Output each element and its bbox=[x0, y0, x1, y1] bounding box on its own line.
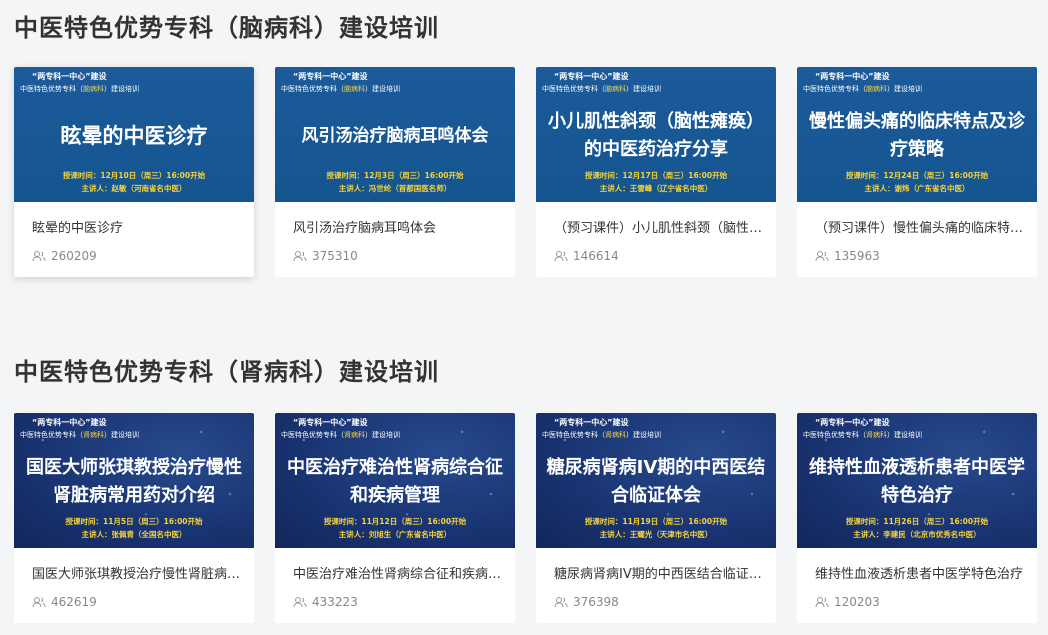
viewer-icon bbox=[32, 597, 46, 608]
banner-time: 授课时间：12月3日（周三）16:00开始 bbox=[326, 171, 464, 180]
course-title[interactable]: （预习课件）慢性偏头痛的临床特点及诊疗策略 bbox=[815, 217, 1025, 236]
viewer-icon bbox=[32, 251, 46, 262]
banner-time: 授课时间：12月10日（周三）16:00开始 bbox=[62, 171, 206, 180]
course-thumbnail[interactable]: “两专科一中心”建设 中医特色优势专科（脑病科）建设培训 眩晕的中医诊疗 授课时… bbox=[14, 67, 254, 202]
course-thumbnail[interactable]: “两专科一中心”建设 中医特色优势专科（肾病科）建设培训 国医大师张琪教授治疗慢… bbox=[14, 413, 254, 548]
course-thumbnail[interactable]: “两专科一中心”建设 中医特色优势专科（脑病科）建设培训 风引汤治疗脑病耳鸣体会… bbox=[275, 67, 515, 202]
banner-time: 授课时间：11月5日（周三）16:00开始 bbox=[65, 517, 203, 526]
banner-sub: 中医特色优势专科（肾病科）建设培训 bbox=[281, 431, 400, 439]
banner-lecturer: 主讲人：李建民（北京市优秀名中医） bbox=[853, 530, 981, 539]
banner-sub: 中医特色优势专科（肾病科）建设培训 bbox=[542, 431, 661, 439]
viewer-icon bbox=[815, 597, 829, 608]
banner-lecturer: 主讲人：赵敏（河南省名中医） bbox=[81, 184, 187, 193]
course-thumbnail[interactable]: “两专科一中心”建设 中医特色优势专科（肾病科）建设培训 糖尿病肾病IV期的中西… bbox=[536, 413, 776, 548]
banner-lecturer: 主讲人：王耀光（天津市名中医） bbox=[599, 530, 713, 539]
course-card[interactable]: “两专科一中心”建设 中医特色优势专科（肾病科）建设培训 中医治疗难治性肾病综合… bbox=[275, 413, 515, 623]
course-thumbnail[interactable]: “两专科一中心”建设 中医特色优势专科（脑病科）建设培训 慢性偏头痛的临床特点及… bbox=[797, 67, 1037, 202]
banner-sub: 中医特色优势专科（脑病科）建设培训 bbox=[542, 85, 661, 93]
banner-sub: 中医特色优势专科（肾病科）建设培训 bbox=[20, 431, 139, 439]
banner-time: 授课时间：12月24日（周三）16:00开始 bbox=[845, 171, 989, 180]
course-title[interactable]: 眩晕的中医诊疗 bbox=[32, 217, 242, 236]
course-card[interactable]: “两专科一中心”建设 中医特色优势专科（脑病科）建设培训 风引汤治疗脑病耳鸣体会… bbox=[275, 67, 515, 277]
course-card[interactable]: “两专科一中心”建设 中医特色优势专科（肾病科）建设培训 国医大师张琪教授治疗慢… bbox=[14, 413, 254, 623]
view-count: 433223 bbox=[293, 595, 358, 609]
course-title[interactable]: 国医大师张琪教授治疗慢性肾脏病常用药对介绍 bbox=[32, 563, 242, 582]
banner-time: 授课时间：12月17日（周三）16:00开始 bbox=[584, 171, 728, 180]
banner-lecturer: 主讲人：刘旭生（广东省名中医） bbox=[338, 530, 452, 539]
banner-title: 国医大师张琪教授治疗慢性肾脏病常用药对介绍 bbox=[26, 457, 242, 506]
banner-sub: 中医特色优势专科（肾病科）建设培训 bbox=[803, 431, 922, 439]
banner-title: 中医治疗难治性肾病综合征和疾病管理 bbox=[287, 457, 503, 506]
banner-sub: 中医特色优势专科（脑病科）建设培训 bbox=[20, 85, 139, 93]
banner-lecturer: 主讲人：张佩青（全国名中医） bbox=[81, 530, 187, 539]
banner-top: “两专科一中心”建设 bbox=[815, 418, 890, 427]
banner-title: 眩晕的中医诊疗 bbox=[60, 124, 208, 148]
view-count: 135963 bbox=[815, 249, 880, 263]
banner-sub: 中医特色优势专科（脑病科）建设培训 bbox=[803, 85, 922, 93]
course-card[interactable]: “两专科一中心”建设 中医特色优势专科（肾病科）建设培训 糖尿病肾病IV期的中西… bbox=[536, 413, 776, 623]
viewer-icon bbox=[554, 597, 568, 608]
banner-top: “两专科一中心”建设 bbox=[554, 72, 629, 81]
course-title[interactable]: 糖尿病肾病IV期的中西医结合临证体会 bbox=[554, 563, 764, 582]
banner-top: “两专科一中心”建设 bbox=[554, 418, 629, 427]
banner-top: “两专科一中心”建设 bbox=[32, 418, 107, 427]
view-count: 376398 bbox=[554, 595, 619, 609]
banner-lecturer: 主讲人：冯世纶（首都国医名师） bbox=[338, 184, 452, 193]
banner-time: 授课时间：11月19日（周三）16:00开始 bbox=[584, 517, 728, 526]
banner-top: “两专科一中心”建设 bbox=[32, 72, 107, 81]
view-count: 375310 bbox=[293, 249, 358, 263]
course-card[interactable]: “两专科一中心”建设 中医特色优势专科（脑病科）建设培训 小儿肌性斜颈（脑性瘫痪… bbox=[536, 67, 776, 277]
banner-time: 授课时间：11月26日（周三）16:00开始 bbox=[845, 517, 989, 526]
banner-title: 风引汤治疗脑病耳鸣体会 bbox=[301, 126, 489, 146]
viewer-icon bbox=[554, 251, 568, 262]
banner-title: 糖尿病肾病IV期的中西医结合临证体会 bbox=[546, 457, 766, 506]
viewer-icon bbox=[293, 597, 307, 608]
view-count: 462619 bbox=[32, 595, 97, 609]
banner-title: 小儿肌性斜颈（脑性瘫痪）的中医药治疗分享 bbox=[548, 111, 764, 160]
view-count: 120203 bbox=[815, 595, 880, 609]
course-title[interactable]: 维持性血液透析患者中医学特色治疗 bbox=[815, 563, 1025, 582]
course-card[interactable]: “两专科一中心”建设 中医特色优势专科（脑病科）建设培训 眩晕的中医诊疗 授课时… bbox=[14, 67, 254, 277]
course-thumbnail[interactable]: “两专科一中心”建设 中医特色优势专科（脑病科）建设培训 小儿肌性斜颈（脑性瘫痪… bbox=[536, 67, 776, 202]
banner-lecturer: 主讲人：王雪峰（辽宁省名中医） bbox=[599, 184, 713, 193]
banner-title: 慢性偏头痛的临床特点及诊疗策略 bbox=[809, 111, 1025, 160]
course-title[interactable]: 风引汤治疗脑病耳鸣体会 bbox=[293, 217, 503, 236]
banner-time: 授课时间：11月12日（周三）16:00开始 bbox=[323, 517, 467, 526]
banner-sub: 中医特色优势专科（脑病科）建设培训 bbox=[281, 85, 400, 93]
course-title[interactable]: （预习课件）小儿肌性斜颈（脑性瘫痪）的中医药治疗分享 bbox=[554, 217, 764, 236]
banner-title: 维持性血液透析患者中医学特色治疗 bbox=[809, 457, 1025, 506]
viewer-icon bbox=[293, 251, 307, 262]
course-card[interactable]: “两专科一中心”建设 中医特色优势专科（肾病科）建设培训 维持性血液透析患者中医… bbox=[797, 413, 1037, 623]
section-title: 中医特色优势专科（脑病科）建设培训 bbox=[14, 14, 439, 42]
view-count: 260209 bbox=[32, 249, 97, 263]
course-title[interactable]: 中医治疗难治性肾病综合征和疾病管理 bbox=[293, 563, 503, 582]
section-title: 中医特色优势专科（肾病科）建设培训 bbox=[14, 358, 439, 386]
course-card[interactable]: “两专科一中心”建设 中医特色优势专科（脑病科）建设培训 慢性偏头痛的临床特点及… bbox=[797, 67, 1037, 277]
course-thumbnail[interactable]: “两专科一中心”建设 中医特色优势专科（肾病科）建设培训 维持性血液透析患者中医… bbox=[797, 413, 1037, 548]
viewer-icon bbox=[815, 251, 829, 262]
view-count: 146614 bbox=[554, 249, 619, 263]
banner-lecturer: 主讲人：谢炜（广东省名中医） bbox=[864, 184, 970, 193]
banner-top: “两专科一中心”建设 bbox=[815, 72, 890, 81]
banner-top: “两专科一中心”建设 bbox=[293, 418, 368, 427]
banner-top: “两专科一中心”建设 bbox=[293, 72, 368, 81]
course-thumbnail[interactable]: “两专科一中心”建设 中医特色优势专科（肾病科）建设培训 中医治疗难治性肾病综合… bbox=[275, 413, 515, 548]
